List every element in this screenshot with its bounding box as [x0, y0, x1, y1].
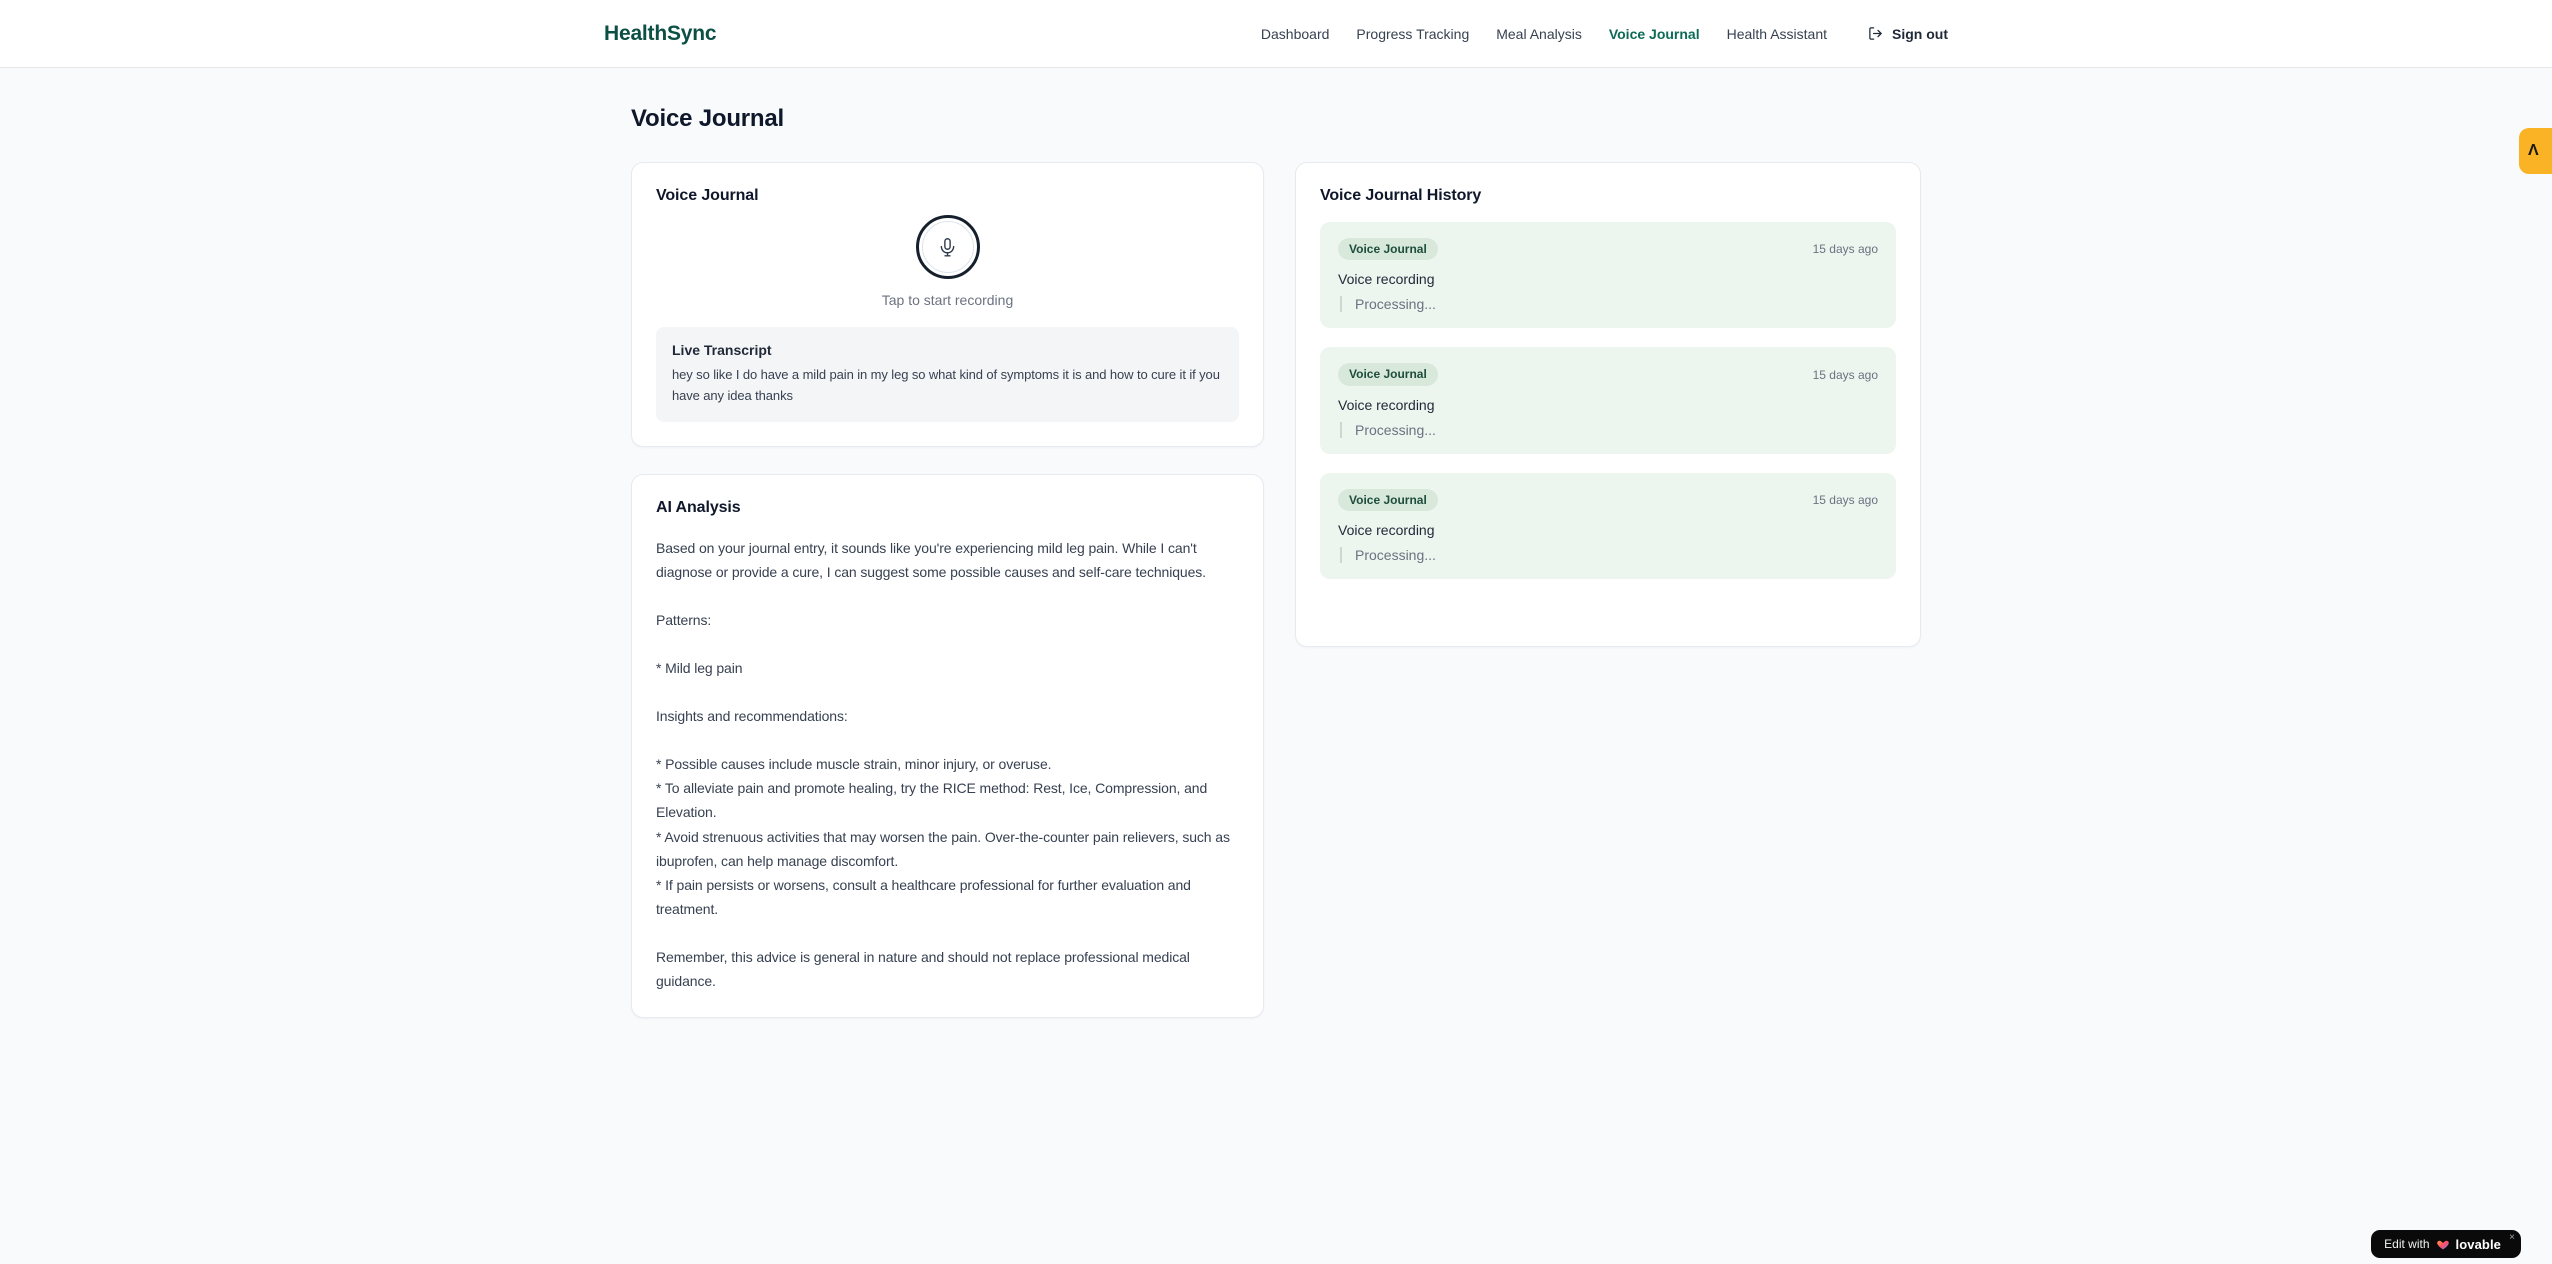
entry-timestamp: 15 days ago [1812, 492, 1878, 507]
entry-timestamp: 15 days ago [1812, 242, 1878, 257]
live-transcript-box: Live Transcript hey so like I do have a … [656, 327, 1239, 422]
sign-out-button[interactable]: Sign out [1868, 26, 1948, 42]
ai-analysis-card: AI Analysis Based on your journal entry,… [631, 473, 1264, 1019]
main-nav: Dashboard Progress Tracking Meal Analysi… [1261, 26, 1948, 42]
entry-type-badge: Voice Journal [1338, 238, 1438, 261]
recorder-card-title: Voice Journal [656, 187, 759, 204]
entry-type-badge: Voice Journal [1338, 363, 1438, 386]
lovable-badge[interactable]: Edit with lovable × [2371, 1230, 2521, 1258]
page-title: Voice Journal [631, 105, 785, 132]
log-out-icon [1868, 26, 1883, 41]
entry-status: Processing... [1340, 421, 1878, 438]
history-list: Voice Journal 15 days ago Voice recordin… [1320, 222, 1896, 580]
app-header: HealthSync Dashboard Progress Tracking M… [0, 0, 2552, 68]
brand-logo[interactable]: HealthSync [604, 22, 717, 46]
nav-dashboard[interactable]: Dashboard [1261, 26, 1330, 42]
entry-timestamp: 15 days ago [1812, 367, 1878, 382]
record-button[interactable] [915, 215, 980, 279]
nav-voice-journal[interactable]: Voice Journal [1609, 26, 1700, 42]
lovable-brand: lovable [2455, 1236, 2501, 1252]
main-content: Voice Journal Voice Journal Tap to start… [631, 68, 1921, 1019]
ai-analysis-title: AI Analysis [656, 498, 741, 516]
tap-to-record-hint: Tap to start recording [881, 292, 1014, 308]
ai-analysis-body: Based on your journal entry, it sounds l… [656, 539, 1230, 989]
entry-status: Processing... [1340, 547, 1878, 564]
side-widget-button[interactable]: Λ [2519, 128, 2552, 174]
history-item[interactable]: Voice Journal 15 days ago Voice recordin… [1320, 222, 1896, 329]
nav-health-assistant[interactable]: Health Assistant [1727, 26, 1827, 42]
entry-type-badge: Voice Journal [1338, 488, 1438, 512]
nav-meal-analysis[interactable]: Meal Analysis [1496, 26, 1582, 42]
entry-title: Voice recording [1338, 271, 1435, 288]
close-icon[interactable]: × [2509, 1232, 2515, 1243]
history-item[interactable]: Voice Journal 15 days ago Voice recordin… [1320, 472, 1896, 580]
lovable-prefix: Edit with [2384, 1237, 2430, 1251]
heart-icon [2436, 1238, 2450, 1251]
entry-status: Processing... [1340, 296, 1878, 313]
entry-title: Voice recording [1338, 396, 1435, 413]
live-transcript-title: Live Transcript [672, 342, 772, 358]
nav-progress-tracking[interactable]: Progress Tracking [1356, 26, 1469, 42]
widget-logo-icon: Λ [2528, 142, 2539, 159]
live-transcript-text: hey so like I do have a mild pain in my … [672, 367, 1220, 403]
history-item[interactable]: Voice Journal 15 days ago Voice recordin… [1320, 347, 1896, 454]
history-card: Voice Journal History Voice Journal 15 d… [1295, 162, 1921, 647]
voice-recorder-card: Voice Journal Tap to start recording Liv… [631, 162, 1264, 447]
sign-out-label: Sign out [1892, 25, 1948, 42]
history-card-title: Voice Journal History [1320, 187, 1482, 204]
entry-title: Voice recording [1338, 522, 1435, 539]
microphone-icon [937, 237, 958, 258]
